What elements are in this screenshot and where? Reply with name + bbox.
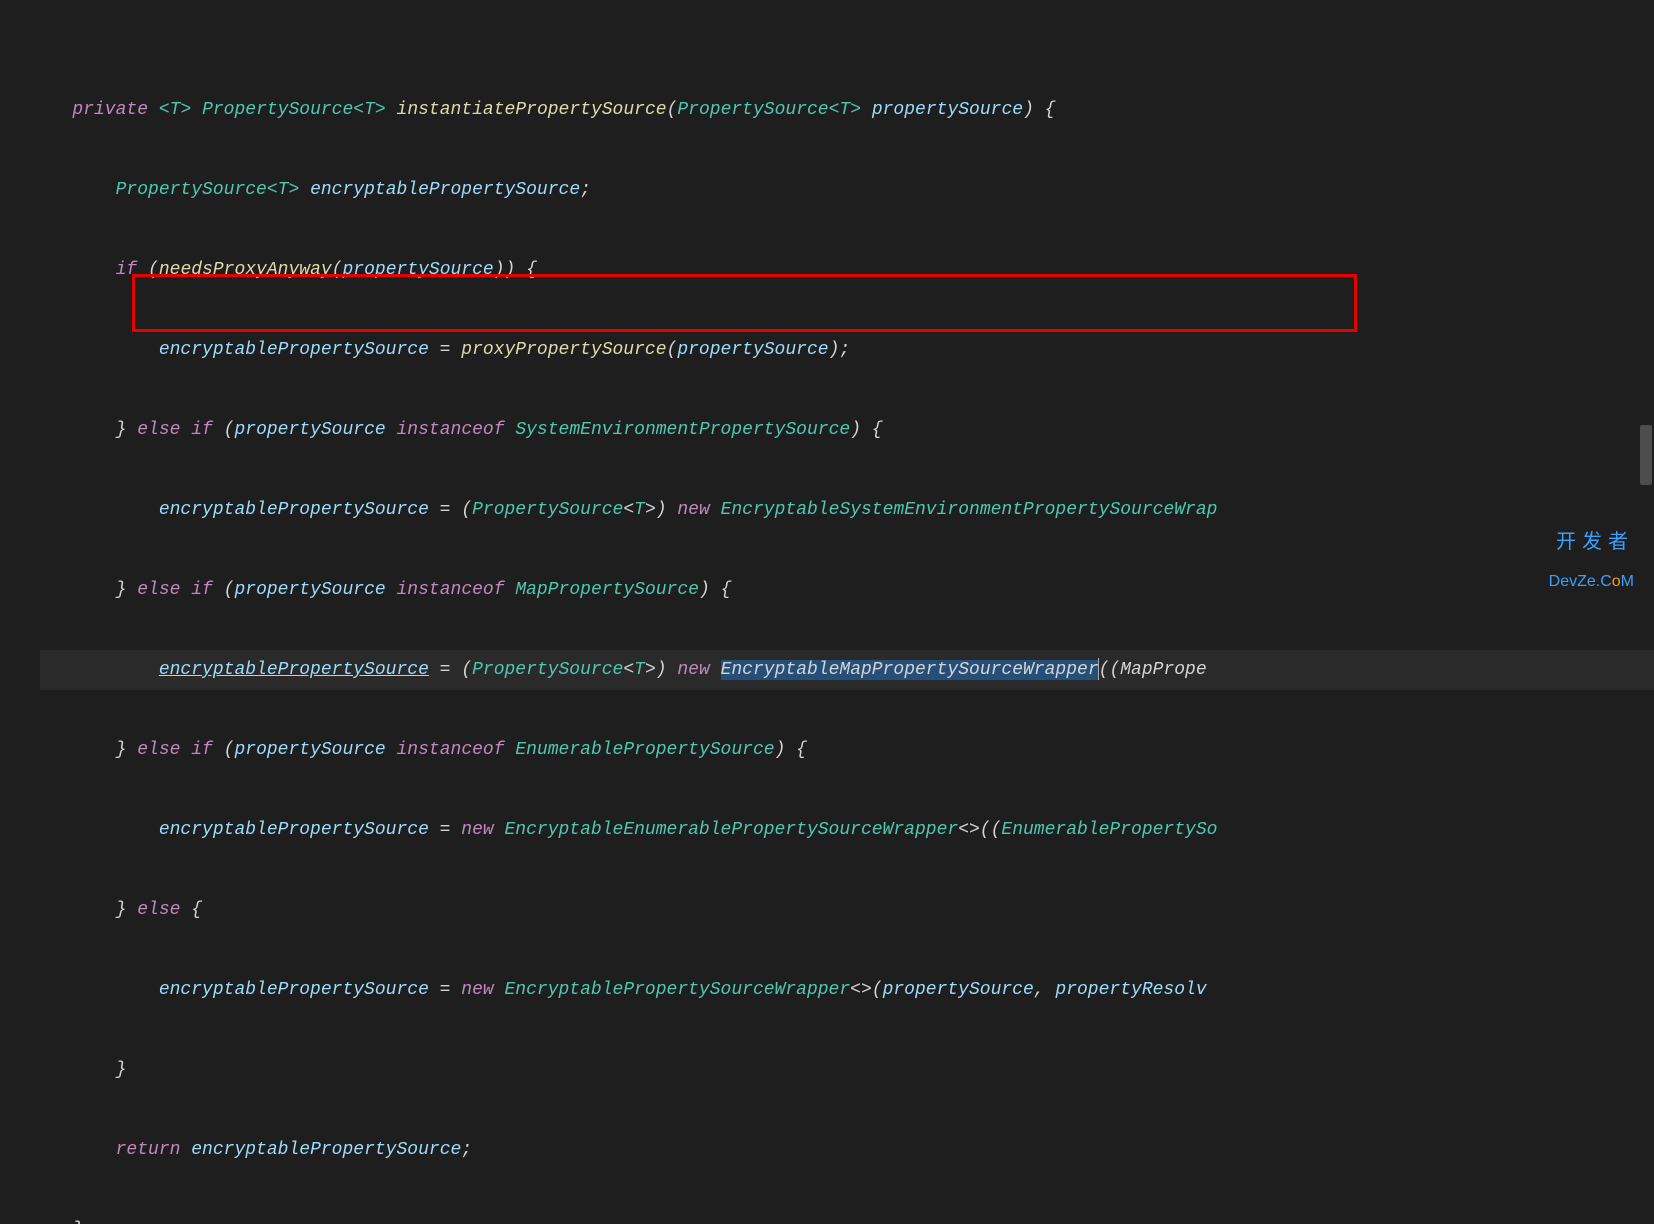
variable: encryptablePropertySource [191, 1140, 461, 1160]
watermark: 开发者 DevZe.CoM [1549, 522, 1634, 602]
type: PropertySource [677, 100, 828, 120]
code-line[interactable]: } else if (propertySource instanceof Map… [40, 570, 1654, 610]
type-param: <T> [159, 100, 191, 120]
code-line[interactable]: } else if (propertySource instanceof Sys… [40, 410, 1654, 450]
type: SystemEnvironmentPropertySource [515, 420, 850, 440]
code-line[interactable]: encryptablePropertySource = proxyPropert… [40, 330, 1654, 370]
keyword-if: if [116, 260, 138, 280]
type: EnumerablePropertySource [515, 740, 774, 760]
code-line[interactable]: return encryptablePropertySource; [40, 1130, 1654, 1170]
constructor: EncryptableSystemEnvironmentPropertySour… [721, 500, 1218, 520]
method-call: proxyPropertySource [461, 340, 666, 360]
keyword-else-if: else if [126, 420, 223, 440]
code-line[interactable]: } else if (propertySource instanceof Enu… [40, 730, 1654, 770]
param: propertySource [872, 100, 1023, 120]
code-line[interactable]: } [40, 1210, 1654, 1224]
code-line-current[interactable]: encryptablePropertySource = (PropertySou… [40, 650, 1654, 690]
variable: encryptablePropertySource [159, 500, 429, 520]
type: MapPropertySource [515, 580, 699, 600]
keyword-instanceof: instanceof [386, 420, 516, 440]
type: PropertySource [116, 180, 267, 200]
code-line[interactable]: } else { [40, 890, 1654, 930]
selected-text: EncryptableMapPropertySourceWrapper [721, 660, 1099, 680]
keyword-new: new [677, 500, 709, 520]
constructor: EncryptableEnumerablePropertySourceWrapp… [505, 820, 959, 840]
code-line[interactable]: private <T> PropertySource<T> instantiat… [40, 90, 1654, 130]
keyword-return: return [116, 1140, 181, 1160]
code-line[interactable]: PropertySource<T> encryptablePropertySou… [40, 170, 1654, 210]
variable-link[interactable]: encryptablePropertySource [159, 660, 429, 680]
generic: <T> [353, 100, 385, 120]
code-line[interactable]: } [40, 1050, 1654, 1090]
method-call: needsProxyAnyway [159, 260, 332, 280]
watermark-cn: 开发者 [1549, 522, 1634, 562]
code-line[interactable]: encryptablePropertySource = new Encrypta… [40, 970, 1654, 1010]
code-line[interactable]: encryptablePropertySource = (PropertySou… [40, 490, 1654, 530]
keyword-instanceof: instanceof [386, 580, 516, 600]
method-name: instantiatePropertySource [397, 100, 667, 120]
variable: encryptablePropertySource [159, 980, 429, 1000]
code-line[interactable]: if (needsProxyAnyway(propertySource)) { [40, 250, 1654, 290]
variable: encryptablePropertySource [159, 340, 429, 360]
keyword-new: new [461, 980, 493, 1000]
keyword-new: new [461, 820, 493, 840]
keyword-else-if: else if [126, 740, 223, 760]
variable: encryptablePropertySource [310, 180, 580, 200]
keyword-else-if: else if [126, 580, 223, 600]
constructor: EncryptablePropertySourceWrapper [505, 980, 851, 1000]
keyword-private: private [72, 100, 148, 120]
code-line[interactable]: encryptablePropertySource = new Encrypta… [40, 810, 1654, 850]
watermark-en: DevZe.CoM [1549, 562, 1634, 602]
type: PropertySource [202, 100, 353, 120]
variable: encryptablePropertySource [159, 820, 429, 840]
keyword-new: new [677, 660, 709, 680]
keyword-else: else [126, 900, 191, 920]
code-editor[interactable]: private <T> PropertySource<T> instantiat… [0, 0, 1654, 1224]
vertical-scrollbar[interactable] [1640, 425, 1652, 485]
keyword-instanceof: instanceof [386, 740, 516, 760]
